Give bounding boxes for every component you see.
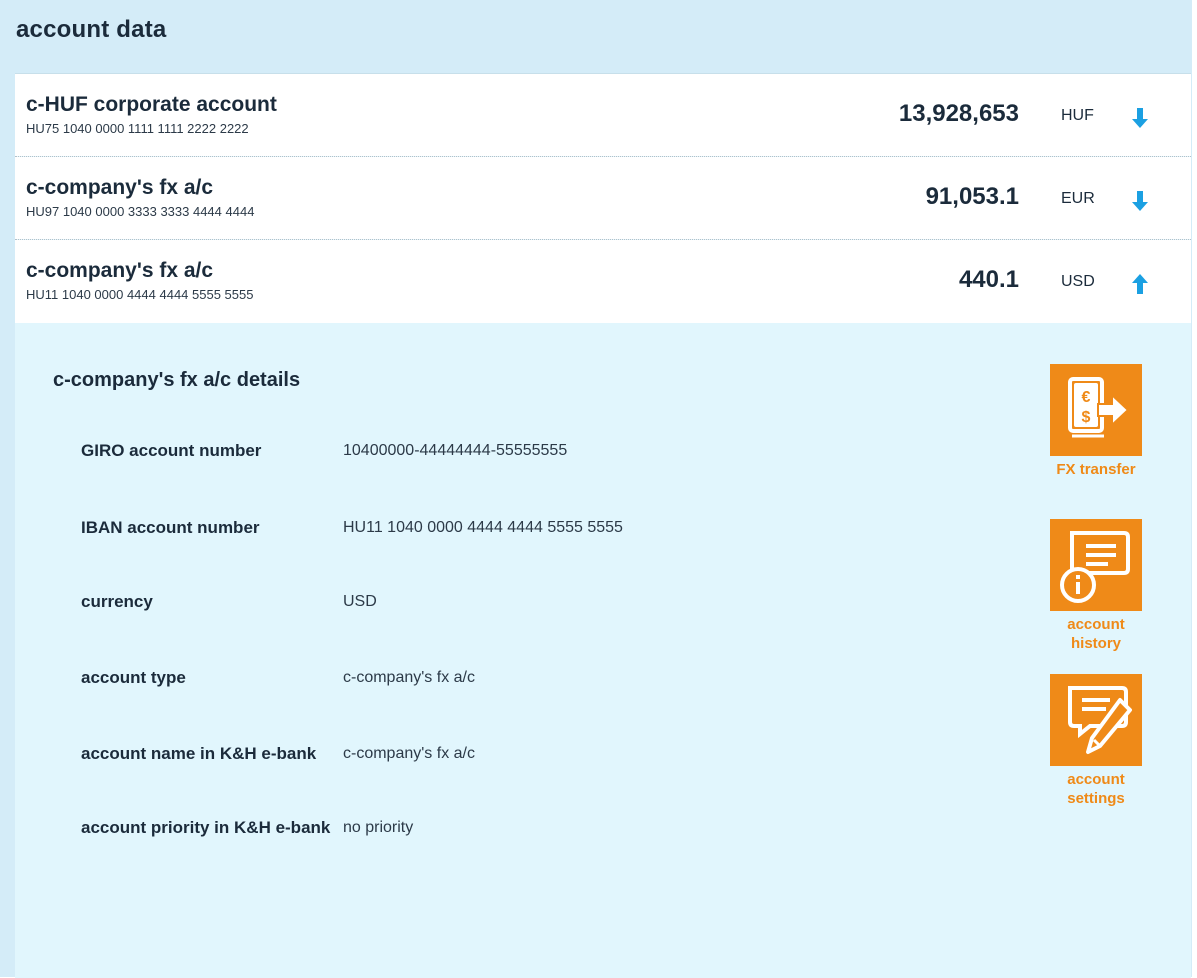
detail-label-giro: GIRO account number bbox=[81, 441, 262, 460]
details-title: c-company's fx a/c details bbox=[53, 369, 301, 391]
expand-arrow-down-icon[interactable] bbox=[1127, 105, 1153, 131]
detail-value-account-name: c-company's fx a/c bbox=[343, 745, 475, 762]
account-balance: 91,053.1 bbox=[925, 183, 1019, 210]
detail-value-giro: 10400000-44444444-55555555 bbox=[343, 442, 568, 459]
account-currency: USD bbox=[1061, 273, 1095, 290]
detail-label-account-name: account name in K&H e-bank bbox=[81, 744, 317, 763]
account-balance: 440.1 bbox=[958, 266, 1019, 293]
detail-value-iban: HU11 1040 0000 4444 4444 5555 5555 bbox=[343, 519, 623, 536]
account-currency: HUF bbox=[1061, 107, 1094, 124]
accounts-card: c-HUF corporate account HU75 1040 0000 1… bbox=[15, 73, 1191, 978]
account-name: c-HUF corporate account bbox=[26, 93, 277, 116]
account-settings-button[interactable]: account settings bbox=[1048, 674, 1144, 808]
account-settings-label: account settings bbox=[1067, 771, 1125, 807]
detail-label-account-priority: account priority in K&H e-bank bbox=[81, 818, 331, 837]
account-row-huf[interactable]: c-HUF corporate account HU75 1040 0000 1… bbox=[15, 74, 1191, 157]
collapse-arrow-up-icon[interactable] bbox=[1127, 271, 1153, 297]
account-name: c-company's fx a/c bbox=[26, 176, 214, 199]
account-iban: HU11 1040 0000 4444 4444 5555 5555 bbox=[26, 287, 254, 302]
detail-label-iban: IBAN account number bbox=[81, 518, 260, 537]
svg-text:€: € bbox=[1082, 389, 1091, 406]
detail-label-currency: currency bbox=[81, 592, 153, 611]
account-row-usd[interactable]: c-company's fx a/c HU11 1040 0000 4444 4… bbox=[15, 240, 1191, 323]
detail-label-account-type: account type bbox=[81, 668, 186, 687]
account-row-eur[interactable]: c-company's fx a/c HU97 1040 0000 3333 3… bbox=[15, 157, 1191, 240]
fx-transfer-icon: € $ bbox=[1050, 364, 1142, 456]
fx-transfer-label: FX transfer bbox=[1056, 461, 1136, 478]
detail-value-account-priority: no priority bbox=[343, 819, 414, 836]
account-history-icon bbox=[1050, 519, 1142, 611]
panel-title: account data bbox=[16, 16, 167, 43]
expand-arrow-down-icon[interactable] bbox=[1127, 188, 1153, 214]
account-balance: 13,928,653 bbox=[898, 100, 1019, 127]
account-iban: HU75 1040 0000 1111 1111 2222 2222 bbox=[26, 121, 249, 136]
svg-text:$: $ bbox=[1082, 409, 1091, 426]
account-currency: EUR bbox=[1061, 190, 1095, 207]
account-data-panel: account data c-HUF corporate account HU7… bbox=[0, 0, 1192, 978]
fx-transfer-button[interactable]: € $ FX transfer bbox=[1048, 364, 1144, 479]
account-iban: HU97 1040 0000 3333 3333 4444 4444 bbox=[26, 204, 255, 219]
detail-value-currency: USD bbox=[343, 593, 377, 610]
account-history-label: account history bbox=[1067, 616, 1125, 652]
account-settings-icon bbox=[1050, 674, 1142, 766]
detail-value-account-type: c-company's fx a/c bbox=[343, 669, 475, 686]
account-history-button[interactable]: account history bbox=[1048, 519, 1144, 653]
account-name: c-company's fx a/c bbox=[26, 259, 214, 282]
